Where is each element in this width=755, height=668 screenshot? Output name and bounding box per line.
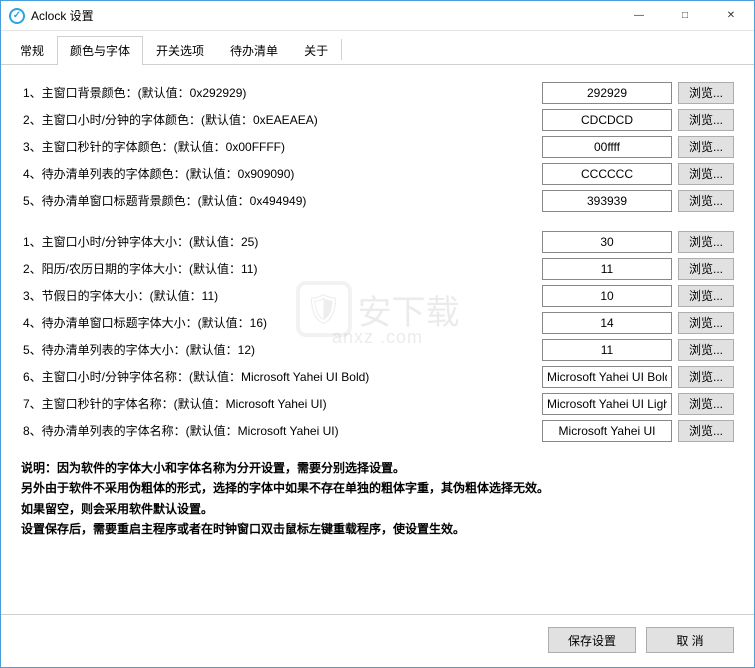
tab-separator [341, 39, 342, 60]
setting-row: 8、待办清单列表的字体名称：(默认值：Microsoft Yahei UI) 浏… [21, 417, 734, 444]
cancel-button[interactable]: 取 消 [646, 627, 734, 653]
browse-button[interactable]: 浏览... [678, 136, 734, 158]
todo-list-color-input[interactable] [542, 163, 672, 185]
setting-label: 5、待办清单列表的字体大小：(默认值：12) [21, 341, 542, 358]
hour-minute-color-input[interactable] [542, 109, 672, 131]
browse-button[interactable]: 浏览... [678, 163, 734, 185]
setting-row: 2、阳历/农历日期的字体大小：(默认值：11) 浏览... [21, 255, 734, 282]
setting-label: 6、主窗口小时/分钟字体名称：(默认值：Microsoft Yahei UI B… [21, 368, 542, 385]
setting-row: 6、主窗口小时/分钟字体名称：(默认值：Microsoft Yahei UI B… [21, 363, 734, 390]
settings-window: Aclock 设置 — □ ✕ 常规 颜色与字体 开关选项 待办清单 关于 1、… [0, 0, 755, 668]
description-text: 说明：因为软件的字体大小和字体名称为分开设置，需要分别选择设置。 另外由于软件不… [21, 458, 734, 540]
setting-row: 5、待办清单窗口标题背景颜色：(默认值：0x494949) 浏览... [21, 187, 734, 214]
desc-line-1: 说明：因为软件的字体大小和字体名称为分开设置，需要分别选择设置。 [21, 461, 405, 475]
footer-bar: 保存设置 取 消 [1, 614, 754, 667]
setting-label: 2、阳历/农历日期的字体大小：(默认值：11) [21, 260, 542, 277]
maximize-button[interactable]: □ [662, 1, 708, 30]
setting-row: 4、待办清单窗口标题字体大小：(默认值：16) 浏览... [21, 309, 734, 336]
setting-label: 7、主窗口秒针的字体名称：(默认值：Microsoft Yahei UI) [21, 395, 542, 412]
browse-button[interactable]: 浏览... [678, 339, 734, 361]
close-button[interactable]: ✕ [708, 1, 754, 30]
tab-general[interactable]: 常规 [7, 36, 57, 65]
browse-button[interactable]: 浏览... [678, 420, 734, 442]
browse-button[interactable]: 浏览... [678, 109, 734, 131]
tab-colors-fonts[interactable]: 颜色与字体 [57, 36, 143, 65]
hour-minute-size-input[interactable] [542, 231, 672, 253]
browse-button[interactable]: 浏览... [678, 366, 734, 388]
setting-label: 1、主窗口小时/分钟字体大小：(默认值：25) [21, 233, 542, 250]
save-button[interactable]: 保存设置 [548, 627, 636, 653]
todo-list-size-input[interactable] [542, 339, 672, 361]
setting-row: 1、主窗口背景颜色：(默认值：0x292929) 浏览... [21, 79, 734, 106]
content-area: 1、主窗口背景颜色：(默认值：0x292929) 浏览... 2、主窗口小时/分… [1, 65, 754, 614]
tab-todo[interactable]: 待办清单 [217, 36, 291, 65]
titlebar: Aclock 设置 — □ ✕ [1, 1, 754, 31]
setting-label: 1、主窗口背景颜色：(默认值：0x292929) [21, 84, 542, 101]
setting-row: 5、待办清单列表的字体大小：(默认值：12) 浏览... [21, 336, 734, 363]
setting-row: 3、节假日的字体大小：(默认值：11) 浏览... [21, 282, 734, 309]
desc-line-4: 设置保存后，需要重启主程序或者在时钟窗口双击鼠标左键重载程序，使设置生效。 [21, 522, 465, 536]
setting-row: 3、主窗口秒针的字体颜色：(默认值：0x00FFFF) 浏览... [21, 133, 734, 160]
minimize-button[interactable]: — [616, 1, 662, 30]
setting-row: 2、主窗口小时/分钟的字体颜色：(默认值：0xEAEAEA) 浏览... [21, 106, 734, 133]
app-icon [9, 8, 25, 24]
todo-title-size-input[interactable] [542, 312, 672, 334]
setting-label: 4、待办清单列表的字体颜色：(默认值：0x909090) [21, 165, 542, 182]
setting-row: 4、待办清单列表的字体颜色：(默认值：0x909090) 浏览... [21, 160, 734, 187]
todo-list-font-input[interactable] [542, 420, 672, 442]
holiday-size-input[interactable] [542, 285, 672, 307]
setting-label: 2、主窗口小时/分钟的字体颜色：(默认值：0xEAEAEA) [21, 111, 542, 128]
hour-minute-font-input[interactable] [542, 366, 672, 388]
second-color-input[interactable] [542, 136, 672, 158]
browse-button[interactable]: 浏览... [678, 312, 734, 334]
browse-button[interactable]: 浏览... [678, 82, 734, 104]
desc-line-3: 如果留空，则会采用软件默认设置。 [21, 502, 213, 516]
browse-button[interactable]: 浏览... [678, 231, 734, 253]
browse-button[interactable]: 浏览... [678, 258, 734, 280]
setting-row: 1、主窗口小时/分钟字体大小：(默认值：25) 浏览... [21, 228, 734, 255]
setting-label: 3、主窗口秒针的字体颜色：(默认值：0x00FFFF) [21, 138, 542, 155]
second-font-input[interactable] [542, 393, 672, 415]
browse-button[interactable]: 浏览... [678, 285, 734, 307]
setting-label: 4、待办清单窗口标题字体大小：(默认值：16) [21, 314, 542, 331]
setting-row: 7、主窗口秒针的字体名称：(默认值：Microsoft Yahei UI) 浏览… [21, 390, 734, 417]
setting-label: 5、待办清单窗口标题背景颜色：(默认值：0x494949) [21, 192, 542, 209]
tab-bar: 常规 颜色与字体 开关选项 待办清单 关于 [1, 31, 754, 65]
window-controls: — □ ✕ [616, 1, 754, 30]
tab-switches[interactable]: 开关选项 [143, 36, 217, 65]
date-size-input[interactable] [542, 258, 672, 280]
browse-button[interactable]: 浏览... [678, 190, 734, 212]
setting-label: 3、节假日的字体大小：(默认值：11) [21, 287, 542, 304]
desc-line-2: 另外由于软件不采用伪粗体的形式，选择的字体中如果不存在单独的粗体字重，其伪粗体选… [21, 481, 549, 495]
todo-title-bg-input[interactable] [542, 190, 672, 212]
window-title: Aclock 设置 [31, 7, 616, 24]
bg-color-input[interactable] [542, 82, 672, 104]
tab-about[interactable]: 关于 [291, 36, 341, 65]
setting-label: 8、待办清单列表的字体名称：(默认值：Microsoft Yahei UI) [21, 422, 542, 439]
browse-button[interactable]: 浏览... [678, 393, 734, 415]
